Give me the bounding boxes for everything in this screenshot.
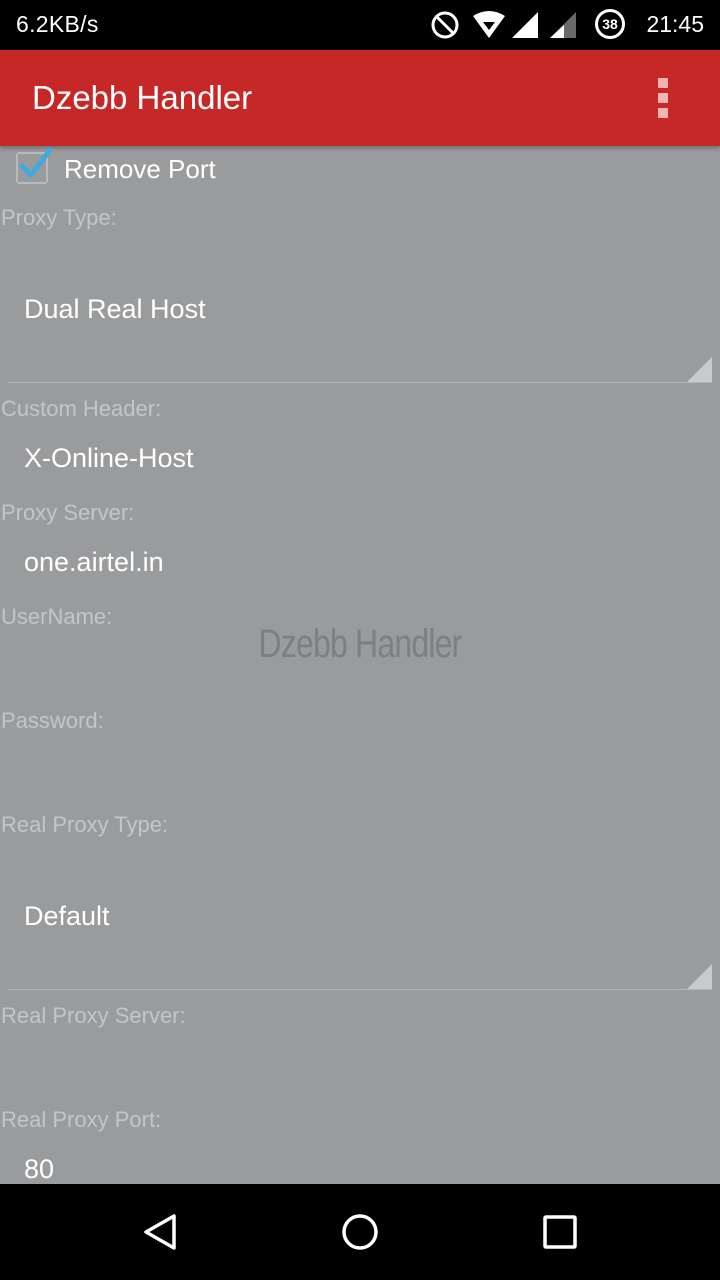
battery-icon: 38	[595, 9, 625, 39]
spinner-underline	[8, 382, 712, 383]
remove-port-label: Remove Port	[64, 154, 216, 184]
status-bar: 6.2KB/s 38 21:45	[0, 0, 720, 50]
dropdown-arrow-icon	[687, 964, 712, 989]
dropdown-arrow-icon	[687, 357, 712, 382]
network-speed: 6.2KB/s	[16, 11, 99, 37]
checkmark-icon	[19, 147, 53, 178]
app-title: Dzebb Handler	[32, 79, 253, 116]
real-proxy-server-field[interactable]	[0, 1040, 720, 1090]
watermark-text: Dzebb Handler	[258, 622, 462, 666]
app-bar: Dzebb Handler	[0, 50, 720, 146]
proxy-type-spinner[interactable]: Dual Real Host	[0, 256, 720, 383]
remove-port-checkbox[interactable]	[16, 147, 53, 184]
navigation-bar	[0, 1184, 720, 1280]
more-vert-icon[interactable]	[658, 78, 670, 118]
clock: 21:45	[646, 11, 704, 37]
real-proxy-type-value: Default	[24, 901, 110, 931]
proxy-server-field[interactable]: one.airtel.in	[24, 547, 164, 578]
proxy-type-label: Proxy Type:	[1, 205, 117, 230]
custom-header-label: Custom Header:	[1, 396, 162, 421]
real-proxy-type-spinner[interactable]: Default	[0, 863, 720, 990]
recents-square-icon[interactable]	[542, 1212, 578, 1252]
back-triangle-icon[interactable]	[140, 1212, 180, 1252]
password-field[interactable]	[0, 745, 720, 795]
cell-signal-2-icon	[550, 12, 576, 38]
real-proxy-port-field[interactable]: 80	[24, 1154, 54, 1184]
proxy-type-value: Dual Real Host	[24, 294, 206, 324]
cell-signal-icon	[512, 12, 538, 38]
home-circle-icon[interactable]	[340, 1212, 380, 1252]
wifi-icon	[473, 11, 505, 38]
real-proxy-server-label: Real Proxy Server:	[1, 1003, 186, 1028]
custom-header-field[interactable]: X-Online-Host	[24, 443, 194, 474]
real-proxy-type-label: Real Proxy Type:	[1, 812, 169, 837]
settings-form: Remove Port Proxy Type: Dual Real Host C…	[0, 146, 720, 1184]
do-not-disturb-icon	[431, 11, 459, 39]
spinner-underline	[8, 989, 712, 990]
password-label: Password:	[1, 708, 104, 733]
real-proxy-port-label: Real Proxy Port:	[1, 1107, 162, 1132]
proxy-server-label: Proxy Server:	[1, 500, 135, 525]
